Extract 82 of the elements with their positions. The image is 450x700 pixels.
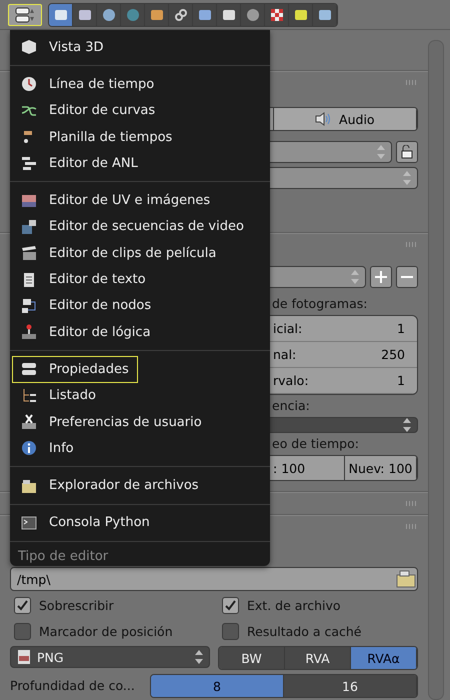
- clapper-icon: [21, 245, 37, 262]
- context-tab[interactable]: [169, 4, 193, 26]
- remove-button[interactable]: [396, 266, 418, 288]
- menu-item[interactable]: Editor de ANL: [12, 150, 147, 176]
- menu-item[interactable]: Editor de lógica: [12, 318, 160, 346]
- menu-item[interactable]: Listado: [12, 382, 105, 409]
- check-icon: [225, 600, 236, 610]
- context-tab[interactable]: [193, 4, 217, 26]
- number-field[interactable]: Nuev: 100: [345, 456, 417, 480]
- joystick-icon: [21, 324, 37, 340]
- menu-item[interactable]: Info: [12, 435, 83, 462]
- check-icon: [17, 600, 28, 610]
- up-down-arrows-icon: [403, 418, 411, 432]
- link-icon: [174, 8, 188, 22]
- terminal-icon: [21, 514, 37, 531]
- editor-type-button[interactable]: [8, 4, 42, 26]
- time-remap-label: eo de tiempo:: [271, 436, 360, 452]
- menu-item[interactable]: Planilla de tiempos: [12, 124, 182, 150]
- plus-icon: [375, 271, 387, 283]
- add-button[interactable]: [370, 266, 392, 288]
- color-mode-button[interactable]: BW: [219, 647, 285, 669]
- menu-item[interactable]: Editor de curvas: [12, 98, 164, 124]
- color-mode-button[interactable]: RVA: [285, 647, 351, 669]
- menu-item[interactable]: Consola Python: [12, 510, 159, 536]
- node-icon: [21, 298, 37, 314]
- menu-item[interactable]: Editor de UV e imágenes: [12, 187, 220, 214]
- frame-rate-label: encia:: [271, 398, 311, 414]
- document-icon: [21, 272, 37, 288]
- scrollbar[interactable]: [428, 40, 444, 700]
- up-down-arrows-icon: [351, 270, 359, 284]
- context-tab[interactable]: [289, 4, 313, 26]
- context-tab[interactable]: [265, 4, 289, 26]
- sphere-icon: [246, 8, 260, 22]
- image-file-icon: [17, 649, 31, 665]
- output-path-field[interactable]: /tmp\: [10, 567, 418, 591]
- clock-icon: [21, 76, 37, 92]
- checkbox[interactable]: [222, 596, 239, 614]
- context-tab[interactable]: [49, 4, 73, 26]
- audio-tab[interactable]: Audio: [274, 108, 417, 130]
- color-depth-button[interactable]: 16: [284, 675, 417, 697]
- menu-item[interactable]: Preferencias de usuario: [12, 408, 211, 436]
- context-tab[interactable]: [217, 4, 241, 26]
- checkbox[interactable]: [14, 622, 31, 640]
- bars-icon: [21, 155, 37, 172]
- menu-item[interactable]: Editor de secuencias de video: [12, 214, 253, 240]
- checkbox-label: Sobrescribir: [39, 598, 114, 612]
- menu-item[interactable]: Editor de clips de película: [12, 240, 226, 266]
- menu-item[interactable]: Explorador de archivos: [12, 472, 208, 499]
- folder-icon: [395, 569, 417, 589]
- frame-range-label: de fotogramas:: [271, 296, 368, 312]
- color-depth-label: Profundidad de co...: [10, 678, 136, 694]
- up-down-arrows-icon: [195, 650, 203, 664]
- checkbox-label: Marcador de posición: [39, 624, 173, 638]
- lock-button[interactable]: [396, 141, 418, 163]
- context-tab[interactable]: [313, 4, 337, 26]
- lock-icon: [400, 145, 414, 159]
- menu-item[interactable]: Editor de texto: [12, 266, 155, 293]
- checkbox[interactable]: [222, 622, 239, 640]
- panel-icon: [15, 6, 35, 22]
- info-icon: [21, 440, 37, 456]
- checkbox-label: Ext. de archivo: [247, 598, 341, 612]
- menu-item[interactable]: Línea de tiempo: [12, 71, 164, 98]
- checker-icon: [270, 8, 284, 22]
- up-down-arrows-icon: [377, 145, 385, 159]
- color-mode-button[interactable]: RVAα: [351, 647, 417, 669]
- folder-icon: [21, 478, 37, 494]
- checkbox[interactable]: [14, 596, 31, 614]
- checkbox-label: Resultado a caché: [247, 624, 362, 638]
- context-tab[interactable]: [145, 4, 169, 26]
- menu-title: Tipo de editor: [17, 548, 110, 566]
- up-down-arrows-icon: [403, 171, 411, 185]
- menu-item[interactable]: Vista 3D: [12, 34, 112, 60]
- context-tab[interactable]: [241, 4, 265, 26]
- format-dropdown[interactable]: PNG: [10, 646, 210, 668]
- menu-item[interactable]: Propiedades: [12, 356, 138, 383]
- context-tab[interactable]: [73, 4, 97, 26]
- context-tab[interactable]: [97, 4, 121, 26]
- tree-icon: [21, 388, 37, 404]
- color-depth-button[interactable]: 8: [151, 675, 284, 697]
- image-icon: [21, 192, 37, 209]
- panel-icon: [21, 361, 37, 378]
- menu-item[interactable]: Editor de nodos: [12, 292, 160, 319]
